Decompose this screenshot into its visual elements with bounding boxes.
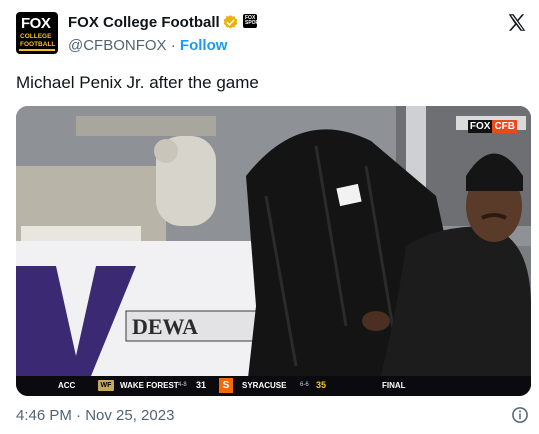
handle-row: @CFBONFOX · Follow: [68, 37, 227, 54]
tweet-timestamp[interactable]: 4:46 PM · Nov 25, 2023: [16, 407, 174, 424]
tweet-text: Michael Penix Jr. after the game: [16, 73, 259, 92]
affiliate-text: FOX SPORTS: [245, 15, 266, 26]
banner-text: DEWA: [132, 314, 198, 339]
x-logo-icon[interactable]: [506, 12, 528, 34]
network-bug: FOX CFB: [467, 120, 517, 133]
scorebug-status: FINAL: [382, 381, 406, 390]
scorebug-team2-record: 6-6: [300, 382, 309, 388]
scorebug-team2: SYRACUSE: [242, 381, 287, 390]
avatar[interactable]: FOX COLLEGE FOOTBALL: [16, 12, 58, 54]
avatar-fox-text: FOX: [21, 15, 51, 32]
scorebug-team1-score: 31: [196, 380, 207, 390]
wake-forest-logo-icon: WF: [98, 380, 114, 391]
avatar-football-text: FOOTBALL: [20, 41, 56, 48]
network-bug-fox: FOX: [467, 120, 493, 133]
scorebug-conference: ACC: [58, 381, 76, 390]
scorebug-team2-score: 35: [316, 380, 327, 390]
scorebug-team1-record: 4-8: [178, 382, 187, 388]
follow-button[interactable]: Follow: [180, 37, 228, 54]
network-bug-cfb: CFB: [492, 120, 517, 133]
video-frame: DEWA 9: [16, 106, 531, 396]
syracuse-logo-icon: S: [219, 378, 233, 393]
tweet-media[interactable]: DEWA 9 FOX CFB ACC WF WAKE FOREST 4-8 31…: [16, 106, 531, 396]
avatar-college-text: COLLEGE: [20, 33, 52, 40]
avatar-stripe: [19, 49, 55, 51]
handle-separator: ·: [166, 37, 180, 54]
info-icon[interactable]: [511, 406, 529, 424]
account-handle[interactable]: @CFBONFOX: [68, 37, 167, 54]
scorebug: ACC WF WAKE FOREST 4-8 31 S SYRACUSE 6-6…: [16, 376, 531, 396]
account-name[interactable]: FOX College Football: [68, 14, 220, 31]
fox-sports-affiliate-icon[interactable]: FOX SPORTS: [243, 14, 266, 28]
scorebug-team1: WAKE FOREST: [120, 381, 179, 390]
verified-badge-icon: [223, 15, 238, 29]
